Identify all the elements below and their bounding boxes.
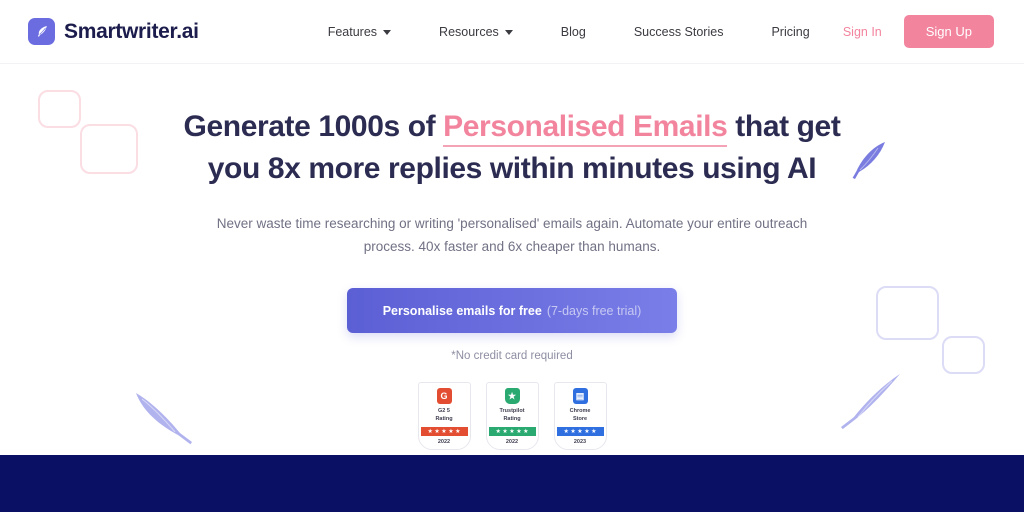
feather-icon (28, 18, 55, 45)
star-icon: ★ (577, 428, 583, 435)
personalise-emails-button[interactable]: Personalise emails for free (7-days free … (346, 288, 678, 333)
subtitle-line-2: process. 40x faster and 6x cheaper than … (363, 239, 661, 254)
badge-year: 2022 (505, 439, 519, 445)
page-title: Generate 1000s of Personalised Emails th… (0, 106, 1024, 190)
no-credit-card-note: *No credit card required (451, 350, 573, 362)
nav-label: Blog (560, 24, 586, 39)
hero-section: Generate 1000s of Personalised Emails th… (0, 64, 1024, 455)
star-band: ★ ★ ★ ★ ★ (488, 427, 536, 436)
headline-part-1: Generate 1000s of (183, 110, 444, 143)
badge-title-line-2: Rating (435, 416, 453, 422)
trustpilot-icon-glyph: ★ (507, 390, 517, 401)
g2-icon-glyph: G (440, 391, 448, 401)
brand-logo[interactable]: Smartwriter.ai (28, 18, 199, 45)
auth-actions: Sign In Sign Up (843, 15, 994, 48)
star-icon: ★ (523, 428, 529, 435)
badge-year: 2022 (437, 439, 451, 445)
nav-item-features[interactable]: Features (304, 19, 415, 45)
chevron-down-icon (504, 30, 513, 35)
site-header: Smartwriter.ai Features Resources Blog S… (0, 0, 1024, 64)
star-icon: ★ (509, 428, 515, 435)
brand-name: Smartwriter.ai (64, 19, 199, 43)
nav-label: Resources (439, 24, 499, 39)
cta-container: Personalise emails for free (7-days free … (0, 288, 1024, 333)
headline-highlight: Personalised Emails (443, 110, 728, 147)
nav-item-pricing[interactable]: Pricing (747, 19, 833, 45)
star-icon: ★ (455, 428, 461, 435)
main-nav: Features Resources Blog Success Stories … (304, 19, 834, 45)
cta-label: Personalise emails for free (382, 304, 542, 318)
star-band: ★ ★ ★ ★ ★ (420, 427, 468, 436)
chevron-down-icon (383, 30, 392, 35)
nav-item-blog[interactable]: Blog (537, 19, 610, 45)
chrome-store-icon: ▤ (572, 388, 588, 404)
star-icon: ★ (516, 428, 522, 435)
landing-page: Smartwriter.ai Features Resources Blog S… (0, 0, 1024, 512)
badge-title: Trustpilot Rating (499, 407, 524, 423)
nav-label: Features (327, 24, 378, 39)
star-icon: ★ (427, 428, 433, 435)
badge-trustpilot[interactable]: ★ Trustpilot Rating ★ ★ ★ ★ ★ 2022 (485, 382, 539, 450)
nav-label: Pricing (771, 24, 810, 39)
sign-in-link[interactable]: Sign In (843, 25, 882, 39)
badge-g2[interactable]: G G2 5 Rating ★ ★ ★ ★ ★ 2022 (417, 382, 471, 450)
nav-item-success-stories[interactable]: Success Stories (610, 19, 748, 45)
star-icon: ★ (448, 428, 454, 435)
star-icon: ★ (434, 428, 440, 435)
nav-label: Success Stories (633, 24, 724, 39)
rating-badges: G G2 5 Rating ★ ★ ★ ★ ★ 2022 ★ Trustpilo… (0, 382, 1024, 450)
star-icon: ★ (441, 428, 447, 435)
star-icon: ★ (502, 428, 508, 435)
footer-band (0, 455, 1024, 512)
star-band: ★ ★ ★ ★ ★ (556, 427, 604, 436)
badge-title-line-2: Store (572, 416, 588, 422)
badge-title-line-1: G2 5 (438, 408, 450, 414)
badge-title-line-1: Trustpilot (499, 408, 525, 414)
badge-chrome-store[interactable]: ▤ Chrome Store ★ ★ ★ ★ ★ 2023 (553, 382, 607, 450)
badge-title: G2 5 Rating (435, 407, 452, 423)
star-icon: ★ (584, 428, 590, 435)
star-icon: ★ (495, 428, 501, 435)
nav-item-resources[interactable]: Resources (415, 19, 537, 45)
badge-title: Chrome Store (570, 407, 591, 423)
sign-up-button[interactable]: Sign Up (903, 15, 994, 48)
star-icon: ★ (563, 428, 569, 435)
hero-subtitle: Never waste time researching or writing … (172, 212, 852, 258)
chrome-store-icon-glyph: ▤ (575, 390, 585, 401)
star-icon: ★ (570, 428, 576, 435)
headline-part-2: that get (727, 110, 841, 143)
badge-title-line-2: Rating (503, 416, 521, 422)
badge-year: 2023 (573, 439, 587, 445)
headline-line-2: you 8x more replies within minutes using… (207, 152, 817, 185)
trustpilot-icon: ★ (504, 388, 520, 404)
g2-icon: G (436, 388, 452, 404)
cta-sublabel: (7-days free trial) (546, 304, 642, 318)
badge-title-line-1: Chrome (569, 408, 591, 414)
subtitle-line-1: Never waste time researching or writing … (216, 216, 808, 231)
star-icon: ★ (591, 428, 597, 435)
